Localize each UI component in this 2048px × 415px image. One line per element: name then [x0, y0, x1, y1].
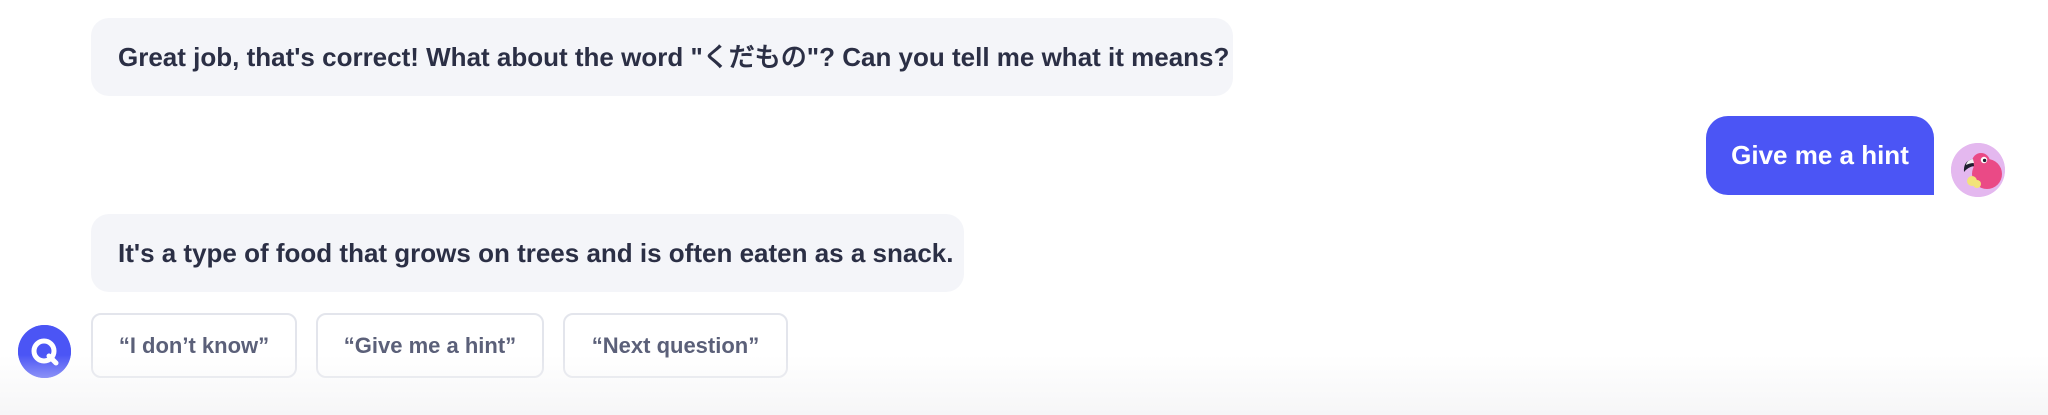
bottom-fade — [0, 355, 2048, 415]
flamingo-avatar-icon — [1951, 143, 2005, 197]
suggestion-i-dont-know-button[interactable]: “I don’t know” — [91, 313, 297, 378]
bot-message-text: It's a type of food that grows on trees … — [118, 238, 954, 268]
user-message: Give me a hint — [1706, 116, 1934, 195]
chat-bubble-logo-icon — [18, 325, 71, 378]
bot-message: It's a type of food that grows on trees … — [91, 214, 964, 292]
suggestion-give-me-a-hint-button[interactable]: “Give me a hint” — [316, 313, 544, 378]
suggestion-label: “Give me a hint” — [343, 333, 517, 358]
suggestion-label: “I don’t know” — [118, 333, 270, 358]
suggestion-next-question-button[interactable]: “Next question” — [563, 313, 788, 378]
suggestion-label: “Next question” — [591, 333, 760, 358]
bot-message-text: Great job, that's correct! What about th… — [118, 42, 1230, 72]
bot-message: Great job, that's correct! What about th… — [91, 18, 1233, 96]
user-message-text: Give me a hint — [1731, 140, 1909, 170]
